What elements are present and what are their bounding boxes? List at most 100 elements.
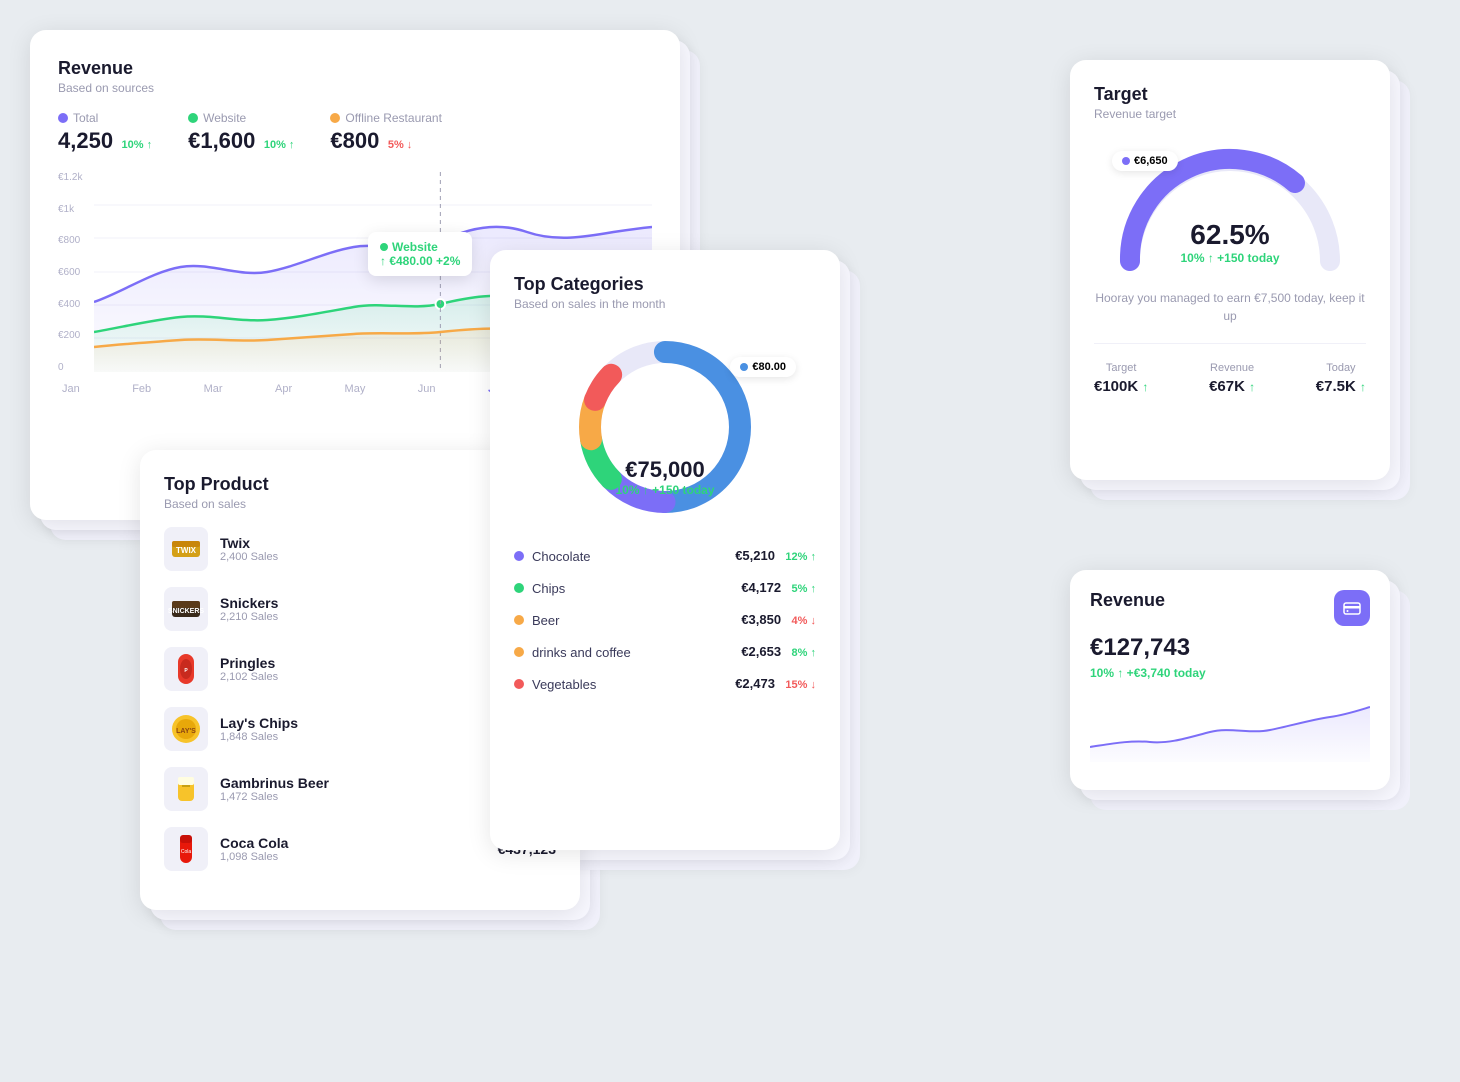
product-img-snickers: SNICKERS	[164, 587, 208, 631]
category-row-vegetables: Vegetables €2,473 15% ↓	[514, 675, 816, 693]
beer-change: 4% ↓	[792, 615, 816, 627]
chips-change: 5% ↑	[792, 583, 816, 595]
website-label: Website	[203, 111, 246, 125]
total-label: Total	[73, 111, 98, 125]
revenue-small-card: Revenue €127,743 10% ↑ +€3,740 today	[1070, 570, 1390, 790]
vegetables-dot	[514, 679, 524, 689]
website-dot	[188, 113, 198, 123]
category-list: Chocolate €5,210 12% ↑ Chips €4,172 5% ↑…	[514, 547, 816, 693]
product-info-twix: Twix 2,400 Sales	[220, 535, 486, 563]
beer-name: Beer	[532, 613, 559, 628]
drinks-change: 8% ↑	[792, 647, 816, 659]
y-axis: €1.2k €1k €800 €600 €400 €200 0	[58, 172, 94, 377]
target-title: Target	[1094, 84, 1366, 105]
categories-title: Top Categories	[514, 274, 816, 295]
beer-dot	[514, 615, 524, 625]
donut-change: 10% ↑ +150 today	[615, 483, 714, 497]
target-card: Target Revenue target €6,650 62.5% 10% ↑…	[1070, 60, 1390, 480]
product-info-snickers: Snickers 2,210 Sales	[220, 595, 486, 623]
donut-chart-container: €80.00 €75,000 10% ↑ +150 today	[514, 327, 816, 527]
offline-dot	[330, 113, 340, 123]
sparkline-chart	[1090, 692, 1370, 762]
chocolate-dot	[514, 551, 524, 561]
product-img-gambrinus	[164, 767, 208, 811]
product-img-lays: LAY'S	[164, 707, 208, 751]
x-mar: Mar	[204, 383, 223, 395]
target-subtitle: Revenue target	[1094, 107, 1366, 121]
offline-value: €800 5% ↓	[330, 128, 442, 154]
sparkline	[1090, 692, 1370, 767]
credit-card-icon	[1342, 598, 1362, 618]
vegetables-name: Vegetables	[532, 677, 596, 692]
x-feb: Feb	[132, 383, 151, 395]
total-value: 4,250 10% ↑	[58, 128, 156, 154]
chips-dot	[514, 583, 524, 593]
categories-subtitle: Based on sales in the month	[514, 297, 816, 311]
revenue-metrics: Total 4,250 10% ↑ Website €1,600 10% ↑ O…	[58, 111, 652, 154]
gauge-container: €6,650 62.5% 10% ↑ +150 today	[1094, 141, 1366, 281]
product-img-pringles: P	[164, 647, 208, 691]
svg-text:SNICKERS: SNICKERS	[168, 608, 204, 615]
drinks-value: €2,653	[741, 644, 781, 659]
svg-text:LAY'S: LAY'S	[176, 728, 196, 735]
revenue-small-header: Revenue	[1090, 590, 1370, 626]
gauge-change: 10% ↑ +150 today	[1180, 251, 1279, 265]
drinks-name: drinks and coffee	[532, 645, 631, 660]
chart-tooltip: Website ↑ €480.00 +2%	[368, 232, 472, 276]
tmetric-target: Target €100K ↑	[1094, 362, 1148, 395]
chocolate-change: 12% ↑	[785, 551, 816, 563]
category-row-chocolate: Chocolate €5,210 12% ↑	[514, 547, 816, 565]
x-jan: Jan	[62, 383, 80, 395]
svg-text:TWIX: TWIX	[176, 546, 197, 555]
revenue-title: Revenue	[58, 58, 652, 79]
donut-badge-label: €80.00	[752, 361, 786, 373]
tooltip-value: ↑ €480.00 +2%	[380, 254, 460, 268]
target-metrics: Target €100K ↑ Revenue €67K ↑ Today €7.5…	[1094, 343, 1366, 395]
revenue-small-value: €127,743	[1090, 634, 1370, 662]
website-value: €1,600 10% ↑	[188, 128, 298, 154]
metric-total: Total 4,250 10% ↑	[58, 111, 156, 154]
product-info-pringles: Pringles 2,102 Sales	[220, 655, 486, 683]
product-img-cocacola: Cola	[164, 827, 208, 871]
drinks-dot	[514, 647, 524, 657]
product-img-twix: TWIX	[164, 527, 208, 571]
target-message: Hooray you managed to earn €7,500 today,…	[1094, 289, 1366, 325]
tooltip-dot	[380, 243, 388, 251]
revenue-small-icon	[1334, 590, 1370, 626]
revenue-small-change: 10% ↑ +€3,740 today	[1090, 666, 1370, 680]
tooltip-website-label: Website	[392, 240, 438, 254]
chips-value: €4,172	[741, 580, 781, 595]
revenue-subtitle: Based on sources	[58, 81, 652, 95]
top-categories-card: Top Categories Based on sales in the mon…	[490, 250, 840, 850]
gauge-badge: €6,650	[1112, 151, 1178, 171]
donut-badge-dot	[740, 363, 748, 371]
beer-value: €3,850	[741, 612, 781, 627]
vegetables-change: 15% ↓	[785, 679, 816, 691]
chips-name: Chips	[532, 581, 565, 596]
revenue-small-title: Revenue	[1090, 590, 1165, 611]
category-row-chips: Chips €4,172 5% ↑	[514, 579, 816, 597]
gauge-value: 62.5% 10% ↑ +150 today	[1180, 219, 1279, 265]
gauge-percent: 62.5%	[1180, 219, 1279, 251]
donut-center: €75,000 10% ↑ +150 today	[615, 457, 714, 497]
offline-label: Offline Restaurant	[345, 111, 442, 125]
tmetric-revenue: Revenue €67K ↑	[1209, 362, 1255, 395]
product-info-lays: Lay's Chips 1,848 Sales	[220, 715, 486, 743]
donut-badge: €80.00	[730, 357, 796, 377]
vegetables-value: €2,473	[735, 676, 775, 691]
gauge-badge-label: €6,650	[1134, 155, 1168, 167]
x-may: May	[345, 383, 366, 395]
chocolate-value: €5,210	[735, 548, 775, 563]
chocolate-name: Chocolate	[532, 549, 591, 564]
product-info-cocacola: Coca Cola 1,098 Sales	[220, 835, 486, 863]
total-dot	[58, 113, 68, 123]
metric-offline: Offline Restaurant €800 5% ↓	[330, 111, 442, 154]
metric-website: Website €1,600 10% ↑	[188, 111, 298, 154]
x-apr: Apr	[275, 383, 292, 395]
gauge-badge-dot	[1122, 157, 1130, 165]
tmetric-today: Today €7.5K ↑	[1316, 362, 1366, 395]
category-row-drinks: drinks and coffee €2,653 8% ↑	[514, 643, 816, 661]
product-info-gambrinus: Gambrinus Beer 1,472 Sales	[220, 775, 486, 803]
svg-text:Cola: Cola	[181, 849, 192, 855]
x-jun: Jun	[418, 383, 436, 395]
